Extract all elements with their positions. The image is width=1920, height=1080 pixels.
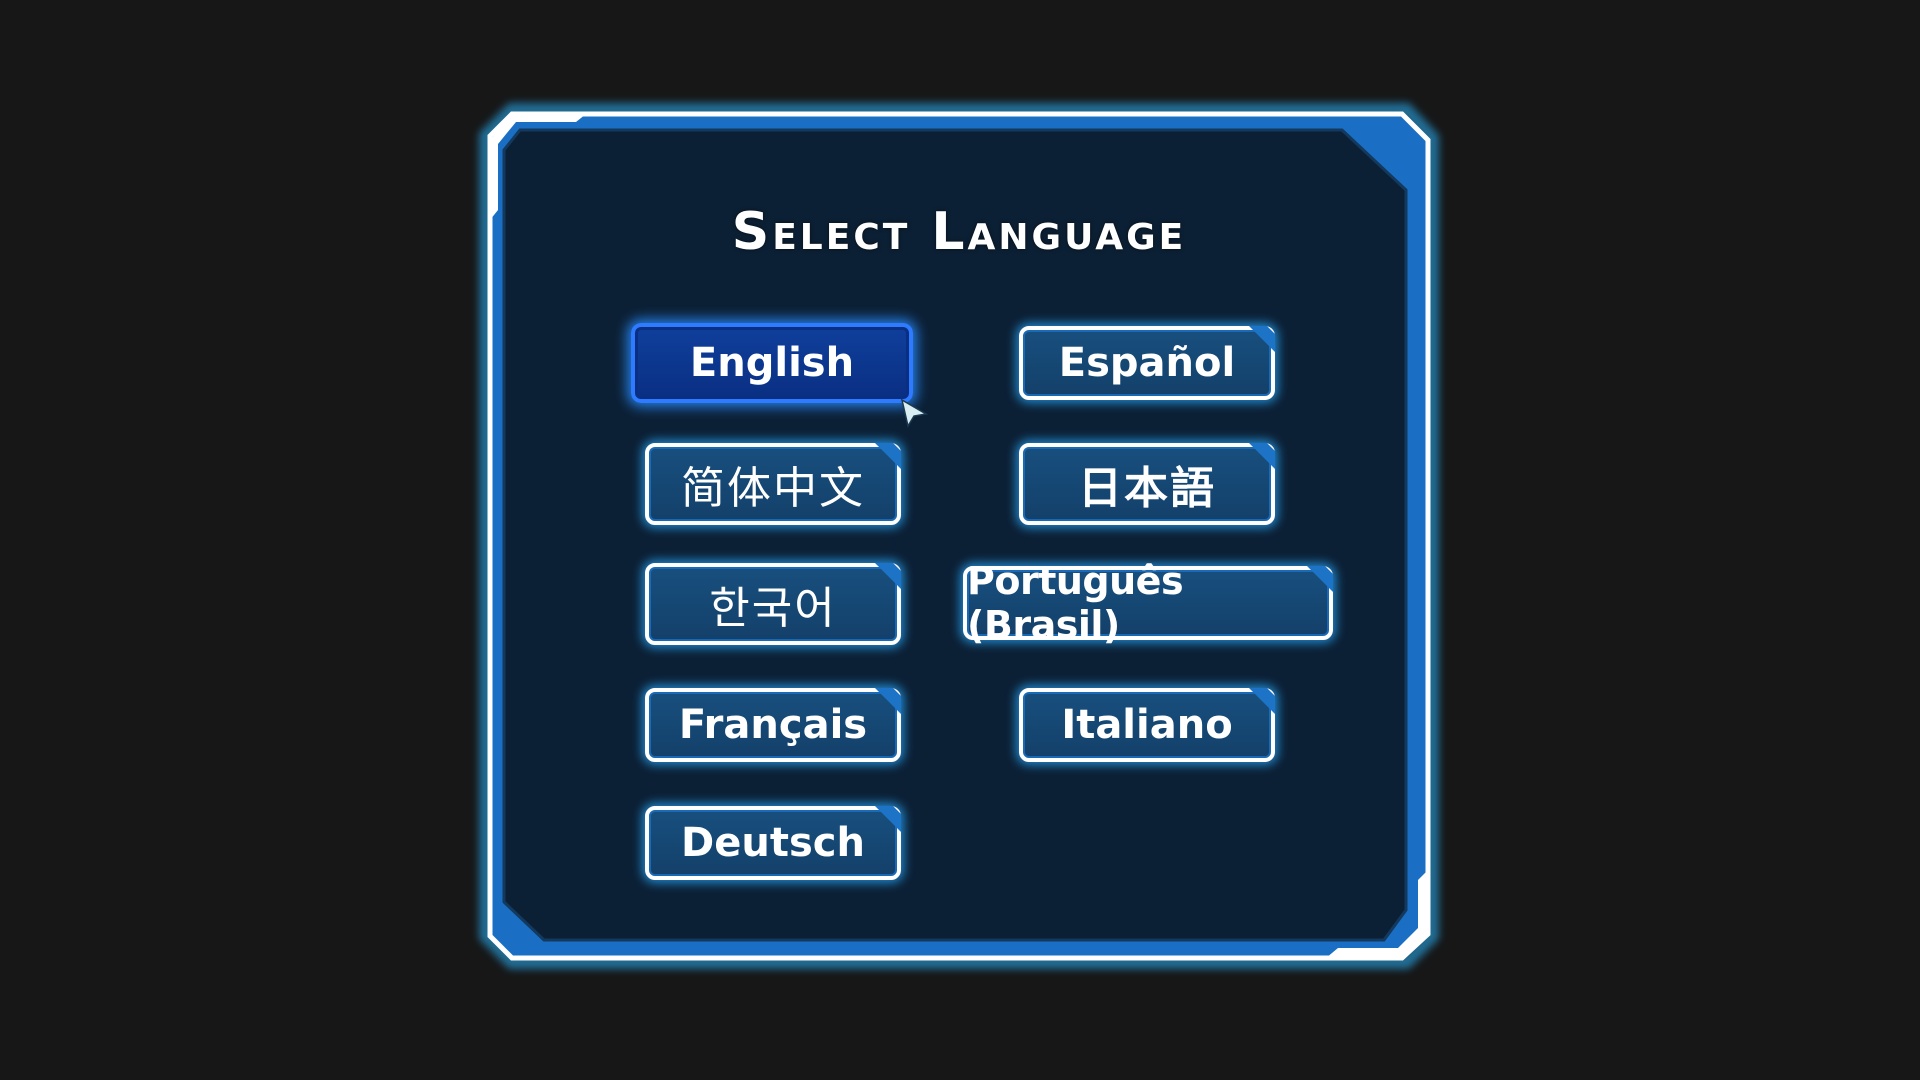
language-label-portuguese-brasil: Português (Brasil) [967,559,1184,647]
game-screen: Select Language English 简体中文 한국어 Françai… [0,0,1920,1080]
language-button-german[interactable]: Deutsch [645,806,901,880]
button-corner-accent [1249,326,1275,352]
language-button-espanol[interactable]: Español [1019,326,1275,400]
button-corner-accent [875,688,901,714]
button-corner-accent [875,443,901,469]
language-button-portuguese-brasil[interactable]: Português (Brasil) [963,559,1333,647]
dialog-title: Select Language [731,202,1187,262]
language-label-espanol: Español [1058,340,1236,386]
language-dialog: Select Language [479,103,1439,969]
language-button-english[interactable]: English [631,323,913,403]
language-button-chinese-simplified[interactable]: 简体中文 [645,443,901,525]
language-button-korean[interactable]: 한국어 [645,563,901,645]
button-corner-accent [875,563,901,589]
language-button-japanese[interactable]: 日本語 [1019,443,1275,525]
language-label-korean: 한국어 [709,583,837,634]
button-corner-accent [1249,443,1275,469]
button-corner-accent [875,806,901,832]
language-label-chinese-simplified: 简体中文 [681,463,865,514]
language-label-japanese: 日本語 [1078,463,1216,514]
language-label-german: Deutsch [681,820,865,866]
button-corner-accent [1249,688,1275,714]
arrow-cursor-icon [900,398,929,428]
language-button-italian[interactable]: Italiano [1019,688,1275,762]
language-button-french[interactable]: Français [645,688,901,762]
language-label-french: Français [678,702,868,748]
language-label-english: English [689,340,855,386]
language-label-italian: Italiano [1061,702,1233,748]
